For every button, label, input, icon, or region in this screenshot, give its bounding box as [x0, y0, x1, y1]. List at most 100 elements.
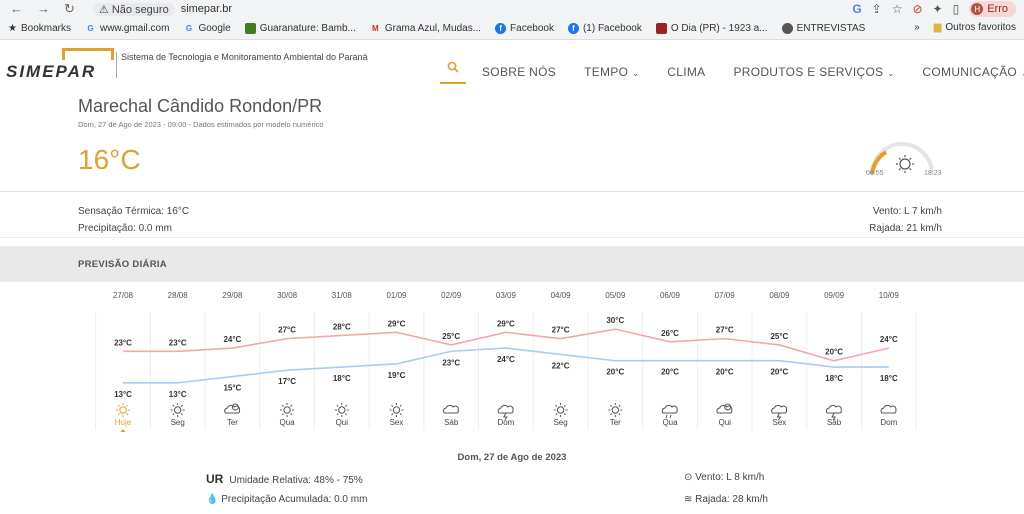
forecast-date-label: 29/08	[222, 291, 243, 300]
drop-icon: 💧	[206, 494, 222, 505]
chevron-down-icon: ⌄	[632, 69, 640, 78]
forecast-svg: 27/08 28/08 29/08 30/08 31/08 01/09 02/09 03/09…	[95, 291, 917, 432]
detail-date: Dom, 27 de Ago de 2023	[457, 452, 567, 463]
city-name: Marechal Cândido Rondon/PR	[78, 96, 323, 116]
site-header: SIMEPAR Sistema de Tecnologia e Monitora…	[0, 40, 1024, 92]
detail-gust: ≋ Rajada: 28 km/h	[684, 494, 768, 505]
max-temp-label: 29°C	[497, 319, 515, 328]
max-temp-label: 27°C	[716, 326, 734, 335]
min-temp-label: 15°C	[223, 384, 241, 393]
wind: Vento: L 7 km/h	[872, 206, 942, 217]
forecast-weekday-label: Ter	[610, 418, 621, 427]
menu-sobre-nos[interactable]: SOBRE NÓS	[482, 65, 556, 79]
browser-actions: G ⇪ ☆ ⊘ ✦ ▯ H Erro	[852, 1, 1016, 17]
forecast-weekday-label: Seg	[171, 418, 185, 427]
sun-icon	[280, 403, 295, 417]
star-icon: ★	[8, 23, 17, 34]
security-badge[interactable]: ⚠ Não seguro	[92, 2, 175, 16]
main-menu: SOBRE NÓS TEMPO ⌄ CLIMA PRODUTOS E SERVIÇ…	[440, 60, 1024, 84]
bookmark-item[interactable]: ENTREVISTAS	[781, 23, 865, 34]
address-bar[interactable]: ⚠ Não seguro simepar.br	[92, 2, 232, 16]
forecast-weekday-label: Qua	[662, 418, 678, 427]
extensions-icon[interactable]: ✦	[933, 2, 943, 16]
avatar: H	[971, 3, 984, 15]
max-temp-label: 23°C	[169, 338, 187, 347]
min-temp-label: 23°C	[442, 358, 460, 367]
menu-clima[interactable]: CLIMA	[667, 65, 705, 79]
forecast-date-label: 09/09	[824, 291, 845, 300]
forecast-weekday-label: Hoje	[115, 418, 132, 427]
bookmark-item[interactable]: ★ Bookmarks	[8, 23, 71, 34]
facebook-icon: f	[567, 23, 579, 34]
forecast-weekday-label: Sáb	[827, 418, 842, 427]
detail-wind: ⊙ Vento: L 8 km/h	[684, 472, 765, 483]
cloud-sun-icon	[716, 403, 733, 414]
sun-path: 06:55 18:23	[864, 140, 944, 186]
menu-tempo[interactable]: TEMPO ⌄	[584, 65, 639, 79]
forecast-weekday-label: Dom	[880, 418, 897, 427]
bookmark-star-icon[interactable]: ☆	[892, 2, 903, 16]
bookmark-item[interactable]: M Grama Azul, Mudas...	[370, 23, 481, 34]
folder-icon: ▆	[933, 22, 942, 33]
bookmarks-bar: ★ Bookmarks Gwww.gmail.com G Google Guaran…	[0, 18, 1024, 40]
forward-icon[interactable]: →	[37, 1, 50, 17]
bookmark-item[interactable]: O Dia (PR) - 1923 a...	[655, 23, 768, 34]
profile-button[interactable]: H Erro	[969, 1, 1016, 17]
max-temp-label: 24°C	[880, 335, 898, 344]
forecast-date-label: 06/09	[660, 291, 681, 300]
daily-forecast-chart: 27/08 28/08 29/08 30/08 31/08 01/09 02/09 03/09…	[0, 282, 1024, 432]
forecast-weekday-label: Ter	[227, 418, 238, 427]
min-temp-label: 20°C	[606, 368, 624, 377]
bookmarks-right: » ▆ Outros favoritos	[914, 22, 1016, 33]
sun-arc	[870, 142, 934, 175]
daily-forecast-header: PREVISÃO DIÁRIA	[0, 246, 1024, 282]
day-detail: Dom, 27 de Ago de 2023 UR Umidade Relativ…	[0, 432, 1024, 508]
max-temp-label: 25°C	[442, 332, 460, 341]
forecast-weekday-label: Qui	[718, 418, 731, 427]
bookmark-item[interactable]: Gwww.gmail.com	[85, 23, 169, 34]
forecast-weekday-label: Sex	[390, 418, 404, 427]
google-icon[interactable]: G	[852, 2, 861, 16]
sidebar-icon[interactable]: ▯	[953, 2, 960, 16]
forecast-weekday-label: Seg	[553, 418, 567, 427]
min-temp-label: 13°C	[114, 390, 132, 399]
forecast-weekday-label: Dom	[497, 418, 514, 427]
min-temp-label: 20°C	[661, 368, 679, 377]
search-button[interactable]	[440, 52, 466, 84]
cloud-sun-icon	[224, 403, 241, 414]
other-favorites-folder[interactable]: ▆ Outros favoritos	[934, 22, 1016, 33]
share-icon[interactable]: ⇪	[872, 2, 882, 16]
max-temp-label: 20°C	[825, 348, 843, 357]
bookmark-item[interactable]: G Google	[183, 23, 231, 34]
extension-block-icon[interactable]: ⊘	[912, 2, 922, 16]
more-bookmarks-button[interactable]: »	[914, 22, 920, 33]
max-temp-label: 27°C	[552, 326, 570, 335]
reload-icon[interactable]: ↻	[64, 1, 75, 17]
min-temp-label: 18°C	[880, 374, 898, 383]
bookmark-item[interactable]: Guaranature: Bamb...	[244, 23, 356, 34]
bookmark-item[interactable]: f (1) Facebook	[567, 23, 642, 34]
simepar-logo[interactable]: SIMEPAR	[6, 48, 116, 81]
sun-icon	[896, 155, 914, 173]
url-text[interactable]: simepar.br	[181, 3, 232, 15]
cloud-icon	[880, 404, 897, 414]
bookmark-item[interactable]: f Facebook	[495, 23, 554, 34]
back-icon[interactable]: ←	[10, 1, 23, 17]
search-icon	[447, 61, 459, 73]
forecast-date-label: 03/09	[496, 291, 517, 300]
min-temp-line	[123, 347, 889, 384]
forecast-date-label: 30/08	[277, 291, 298, 300]
feels-like: Sensação Térmica: 16°C	[78, 206, 190, 217]
min-temp-label: 19°C	[388, 371, 406, 380]
sun-icon	[389, 403, 404, 417]
menu-produtos-servicos[interactable]: PRODUTOS E SERVIÇOS ⌄	[733, 65, 894, 79]
max-temp-label: 23°C	[114, 338, 132, 347]
sun-icon	[170, 403, 185, 417]
logo-text: SIMEPAR	[6, 62, 97, 81]
max-temp-label: 26°C	[661, 329, 679, 338]
menu-comunicacao[interactable]: COMUNICAÇÃO⌄	[922, 65, 1024, 79]
min-temp-label: 22°C	[552, 361, 570, 370]
rain-icon	[661, 404, 678, 419]
sun-icon	[116, 403, 130, 417]
facebook-icon: f	[495, 23, 507, 34]
